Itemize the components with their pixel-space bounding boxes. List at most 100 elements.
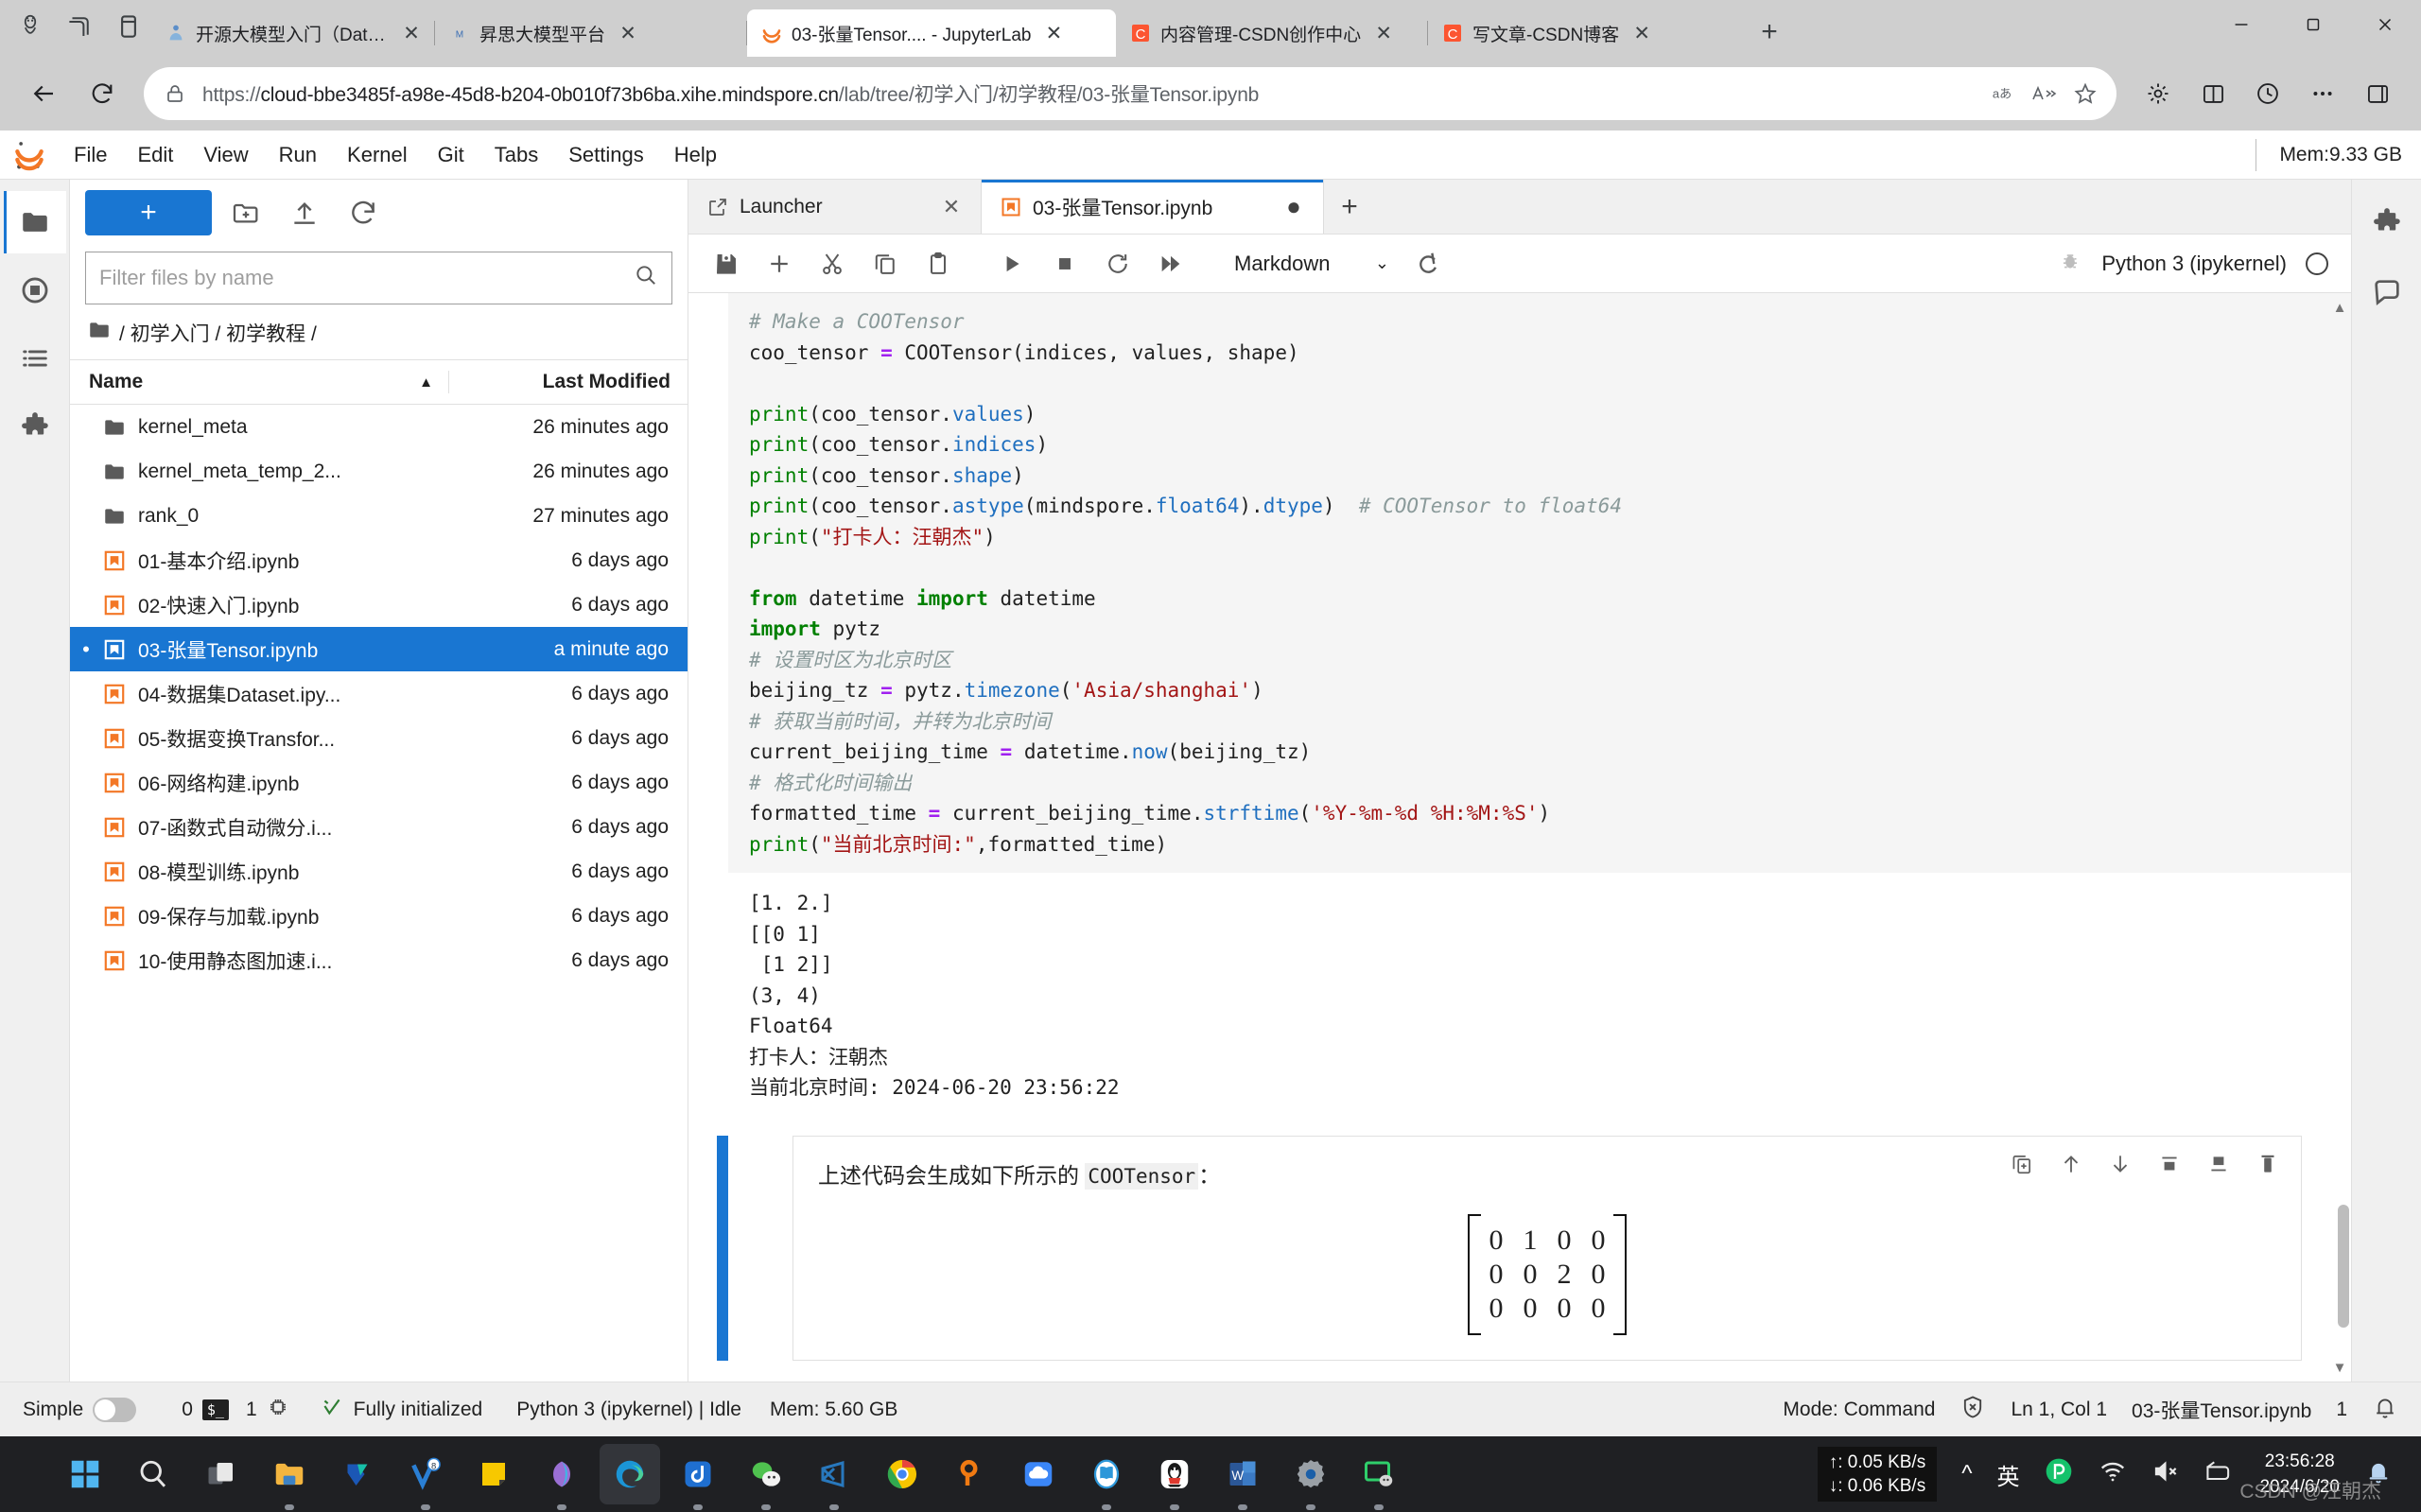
window-minimize-button[interactable] [2205,0,2277,49]
browser-tab-close-1[interactable]: ✕ [614,19,642,47]
menu-tabs[interactable]: Tabs [479,130,553,180]
browser-tab-close-2[interactable]: ✕ [1039,19,1068,47]
new-folder-icon[interactable] [221,190,270,235]
ime-language-indicator[interactable]: 英 [1996,1458,2019,1491]
more-options-icon[interactable] [2296,67,2349,120]
edge-icon[interactable] [600,1444,660,1504]
favorite-star-icon[interactable] [2071,79,2099,108]
sidebar-item-extension-manager[interactable] [4,395,66,458]
cut-icon[interactable] [808,241,857,287]
word-icon[interactable]: W [1212,1444,1273,1504]
browser-tab-close-4[interactable]: ✕ [1628,19,1656,47]
column-header-modified[interactable]: Last Modified [449,371,688,393]
sidebar-item-property-inspector[interactable] [2356,191,2418,253]
reload-icon[interactable] [76,67,129,120]
search-input[interactable] [99,266,634,290]
browser-tab-1[interactable]: M 昇思大模型平台 ✕ [435,9,747,57]
file-list-item[interactable]: • 03-张量Tensor.ipynb a minute ago [70,627,688,671]
notebook-scrollbar[interactable]: ▲ ▼ [2333,297,2349,1378]
column-header-name[interactable]: Name ▲ [70,371,449,393]
file-list-item[interactable]: 10-使用静态图加速.i... 6 days ago [70,938,688,982]
insert-above-icon[interactable] [2155,1150,2184,1178]
wps-icon[interactable]: 8 [395,1444,456,1504]
file-list-item[interactable]: 01-基本介绍.ipynb 6 days ago [70,538,688,582]
translate-icon[interactable]: aあ [1988,79,2016,108]
search-icon[interactable] [634,263,658,293]
menu-view[interactable]: View [188,130,263,180]
save-icon[interactable] [702,241,751,287]
new-launcher-button[interactable]: + [85,190,212,235]
window-maximize-button[interactable] [2277,0,2349,49]
file-list-item[interactable]: kernel_meta 26 minutes ago [70,405,688,449]
no-connection-icon[interactable] [1959,1394,1986,1426]
browser-tab-close-0[interactable]: ✕ [397,19,426,47]
run-icon[interactable] [987,241,1036,287]
delete-icon[interactable] [2254,1150,2282,1178]
file-list-item[interactable]: rank_0 27 minutes ago [70,494,688,538]
baidu-netdisk-icon[interactable] [1008,1444,1069,1504]
copy-icon[interactable] [861,241,910,287]
settings-icon[interactable] [1280,1444,1341,1504]
screen-share-icon[interactable] [1349,1444,1409,1504]
address-bar[interactable]: https://cloud-bbe3485f-a98e-45d8-b204-0b… [144,67,2116,120]
browser-tab-2[interactable]: 03-张量Tensor.... - JupyterLab ✕ [747,9,1116,57]
split-screen-icon[interactable] [2186,67,2239,120]
history-icon[interactable] [2241,67,2294,120]
chrome-icon[interactable] [872,1444,932,1504]
qq-icon[interactable] [1144,1444,1205,1504]
file-list-item[interactable]: kernel_meta_temp_2... 26 minutes ago [70,449,688,494]
insert-cell-icon[interactable] [755,241,804,287]
stop-icon[interactable] [1040,241,1089,287]
simple-mode-switch[interactable] [93,1397,137,1422]
code-editor[interactable]: # Make a COOTensor coo_tensor = COOTensor… [728,293,2351,873]
menu-settings[interactable]: Settings [553,130,659,180]
menu-run[interactable]: Run [264,130,332,180]
window-close-button[interactable] [2349,0,2421,49]
move-up-icon[interactable] [2057,1150,2085,1178]
browser-tab-4[interactable]: C 写文章-CSDN博客 ✕ [1428,9,1740,57]
insert-below-icon[interactable] [2204,1150,2233,1178]
keyword-icon[interactable] [940,1444,1001,1504]
debugger-bug-icon[interactable] [2058,249,2082,279]
taskbar-clock[interactable]: 23:56:28 2024/6/20 [2259,1449,2340,1500]
upload-icon[interactable] [280,190,329,235]
task-view-icon[interactable] [191,1444,252,1504]
menu-help[interactable]: Help [659,130,732,180]
paste-icon[interactable] [914,241,963,287]
browser-sidebar-icon[interactable] [2351,67,2404,120]
sidebar-item-table-of-contents[interactable] [4,327,66,390]
scroll-down-arrow[interactable]: ▼ [2330,1357,2349,1378]
file-filter-box[interactable] [85,252,672,304]
tray-chevron-icon[interactable]: ^ [1961,1461,1972,1487]
doc-tab-notebook-dirty-indicator[interactable]: ● [1278,191,1310,223]
browser-tab-0[interactable]: 开源大模型入门（DataWhale） ✕ [151,9,435,57]
file-explorer-icon[interactable] [259,1444,320,1504]
new-tab-button[interactable]: + [1748,10,1791,54]
cursor-position-text[interactable]: Ln 1, Col 1 [2011,1399,2107,1421]
restart-run-all-icon[interactable] [1146,241,1195,287]
sticky-notes-icon[interactable] [463,1444,524,1504]
notebook-scroll-region[interactable]: # Make a COOTensor coo_tensor = COOTensor… [688,293,2351,1382]
copilot-icon[interactable] [531,1444,592,1504]
scrollbar-thumb[interactable] [2338,1205,2349,1328]
file-list-item[interactable]: 06-网络构建.ipynb 6 days ago [70,760,688,805]
terminals-status[interactable]: 0 $_ [182,1399,229,1421]
sidebar-item-comments[interactable] [2356,261,2418,323]
start-button[interactable] [55,1444,115,1504]
file-list-item[interactable]: 02-快速入门.ipynb 6 days ago [70,582,688,627]
simple-mode-toggle[interactable]: Simple [23,1397,137,1422]
onedrive-icon[interactable] [327,1444,388,1504]
read-aloud-icon[interactable] [2029,79,2058,108]
kernel-status-text[interactable]: Python 3 (ipykernel) | Idle [516,1399,741,1421]
refresh-icon[interactable] [339,190,388,235]
notebook-cell-markdown[interactable]: 上述代码会生成如下所示的 COOTensor： 0 1 0 0 0 0 2 0 … [717,1135,2351,1361]
add-document-tab-button[interactable]: + [1324,180,1375,234]
duplicate-icon[interactable] [2008,1150,2036,1178]
vscode-icon[interactable] [804,1444,864,1504]
back-arrow-icon[interactable] [17,67,70,120]
restart-kernel-icon[interactable] [1093,241,1142,287]
vertical-tabs-icon[interactable] [106,4,151,49]
sidebar-item-file-browser[interactable] [3,191,66,253]
browser-profile-icon[interactable] [8,4,53,49]
render-all-markdown-icon[interactable] [1403,241,1453,287]
